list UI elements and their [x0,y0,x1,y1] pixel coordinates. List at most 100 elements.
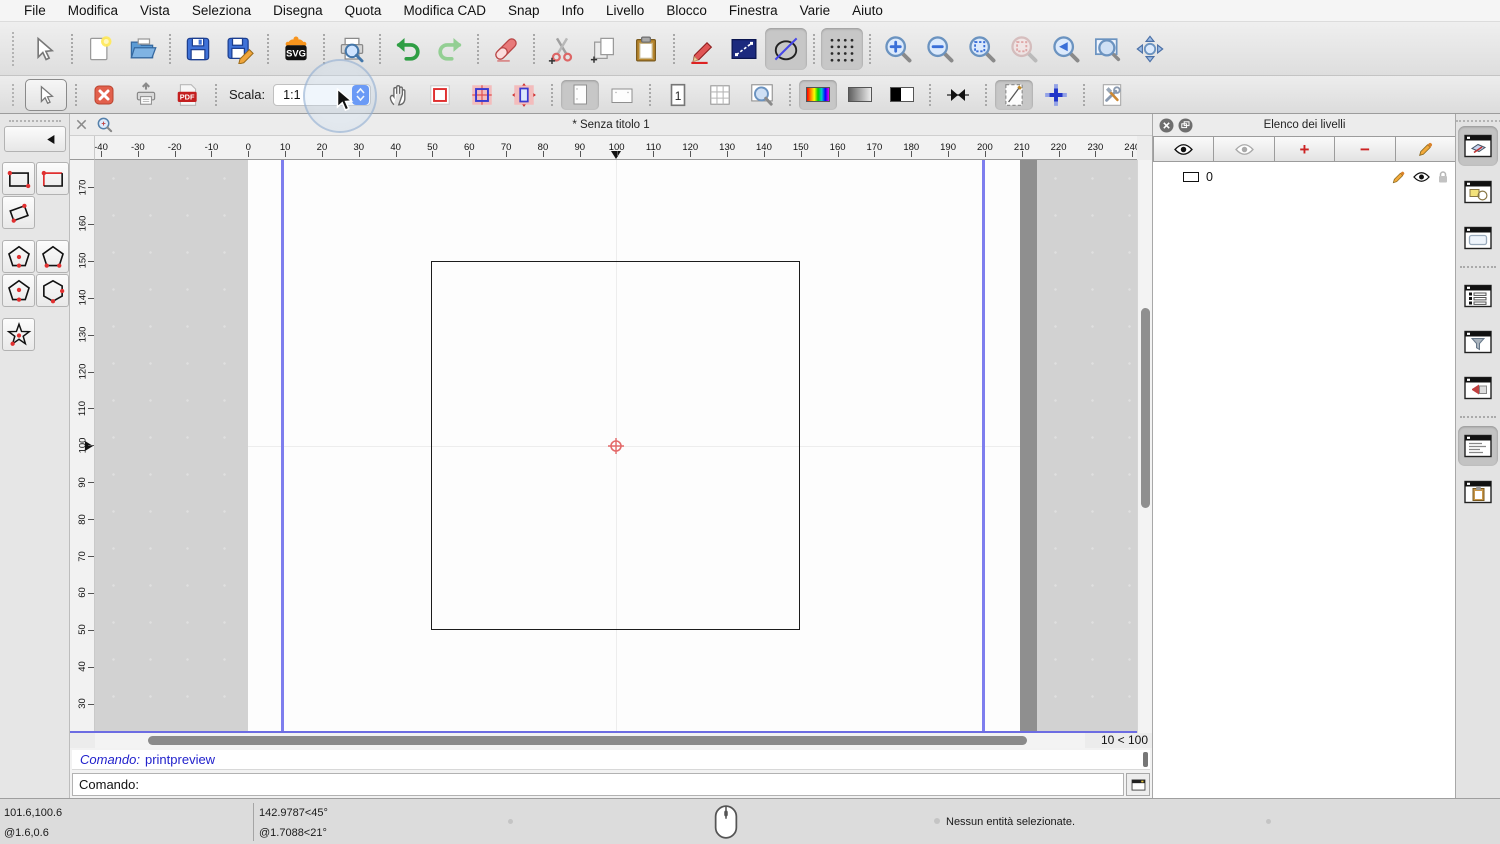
center-to-page-button[interactable] [505,80,543,110]
export-pdf-button[interactable]: PDF [169,80,207,110]
paste-button[interactable] [625,28,667,70]
snap-grid-button[interactable] [821,28,863,70]
grayscale-button[interactable] [841,80,879,110]
print-button[interactable] [127,80,165,110]
pan-hand-button[interactable] [379,80,417,110]
list-dock-button[interactable] [1458,276,1498,316]
command-dock-button[interactable] [1458,426,1498,466]
zoom-in-button[interactable] [877,28,919,70]
portrait-page-button[interactable] [561,80,599,110]
horizontal-scrollbar[interactable] [95,733,1085,748]
menu-item[interactable]: Disegna [262,3,334,18]
close-print-preview-button[interactable] [85,80,123,110]
selection-pointer-button[interactable] [23,28,65,70]
layer-lock-icon[interactable] [1437,170,1449,184]
polygon-side-side-tool[interactable] [36,274,69,307]
library-dock-button[interactable] [1458,218,1498,258]
landscape-page-button[interactable] [603,80,641,110]
polygon-center-side-tool[interactable] [2,274,35,307]
layer-edit-pencil-icon[interactable] [1391,170,1406,185]
redo-button[interactable] [429,28,471,70]
layers-dock-button[interactable] [1458,126,1498,166]
menu-item[interactable]: Modifica CAD [392,3,497,18]
view-dock-button[interactable] [1458,368,1498,408]
clipboard-dock-button[interactable] [1458,472,1498,512]
layer-row[interactable]: 0 [1153,166,1456,188]
eraser-button[interactable] [485,28,527,70]
draft-mode-button[interactable] [995,80,1033,110]
scale-combobox[interactable]: 1:1 [273,84,371,106]
horizontal-scrollbar-thumb[interactable] [148,736,1027,745]
open-file-button[interactable] [121,28,163,70]
menu-item[interactable]: Varie [789,3,842,18]
save-as-button[interactable] [219,28,261,70]
layer-visibility-eye-icon[interactable] [1413,171,1430,183]
hide-all-layers-button[interactable] [1214,136,1274,162]
menu-item[interactable]: File [13,3,57,18]
copy-button[interactable] [583,28,625,70]
command-input-field[interactable]: Comando: [72,773,1124,796]
polygon-2corners-tool[interactable] [36,240,69,273]
zoom-auto-button[interactable] [961,28,1003,70]
line-width-scale-button[interactable] [939,80,977,110]
print-preview-button[interactable] [331,28,373,70]
save-button[interactable] [177,28,219,70]
menu-item[interactable]: Seleziona [181,3,262,18]
menu-item[interactable]: Livello [595,3,655,18]
zoom-pan-button[interactable] [1129,28,1171,70]
rectangle-corner-size-tool[interactable] [36,162,69,195]
toolbar-drag-handle[interactable] [12,84,14,106]
drawing-canvas[interactable] [95,160,1137,733]
ellipse-tool-button[interactable] [765,28,807,70]
command-history-scrollbar[interactable] [1143,752,1148,767]
remove-layer-button[interactable]: − [1335,136,1395,162]
panel-close-icon[interactable] [1159,118,1174,133]
single-page-button[interactable]: 1 [659,80,697,110]
add-layer-button[interactable]: + [1275,136,1335,162]
menu-item[interactable]: Blocco [655,3,718,18]
export-svg-button[interactable]: SVG [275,28,317,70]
dock-drag-handle[interactable] [1456,120,1500,122]
zoom-out-button[interactable] [919,28,961,70]
scale-stepper[interactable] [352,85,369,105]
rectangle-2corners-tool[interactable] [2,162,35,195]
undo-button[interactable] [387,28,429,70]
black-white-button[interactable] [883,80,921,110]
filter-dock-button[interactable] [1458,322,1498,362]
toolbar-drag-handle[interactable] [12,32,14,66]
zoom-window-button[interactable] [1087,28,1129,70]
zoom-page-button[interactable] [743,80,781,110]
show-all-layers-button[interactable] [1153,136,1214,162]
vertical-scrollbar[interactable] [1137,160,1152,733]
settings-tools-button[interactable] [1093,80,1131,110]
menu-item[interactable]: Finestra [718,3,789,18]
panel-float-icon[interactable] [1178,118,1193,133]
back-button[interactable] [4,126,66,152]
line-tool-button[interactable] [723,28,765,70]
paper-border-button[interactable] [421,80,459,110]
menu-item[interactable]: Quota [334,3,393,18]
multi-page-button[interactable] [701,80,739,110]
zoom-selection-button[interactable] [1003,28,1045,70]
preview-pointer-button[interactable] [25,79,67,111]
menu-item[interactable]: Aiuto [841,3,894,18]
vertical-scrollbar-thumb[interactable] [1141,308,1150,508]
pen-button[interactable] [681,28,723,70]
blocks-dock-button[interactable] [1458,172,1498,212]
menu-item[interactable]: Vista [129,3,181,18]
polygon-center-corner-tool[interactable] [2,240,35,273]
new-document-button[interactable] [79,28,121,70]
dock-drag-handle[interactable] [9,120,61,122]
full-color-button[interactable] [799,80,837,110]
rectangle-3points-tool[interactable] [2,196,35,229]
command-detach-button[interactable] [1126,773,1150,796]
crosshair-plus-button[interactable] [1037,80,1075,110]
star-tool[interactable] [2,318,35,351]
menu-item[interactable]: Modifica [57,3,129,18]
menu-item[interactable]: Info [551,3,596,18]
cut-button[interactable] [541,28,583,70]
fit-to-paper-button[interactable] [463,80,501,110]
edit-layer-button[interactable] [1396,136,1456,162]
zoom-previous-button[interactable] [1045,28,1087,70]
menu-item[interactable]: Snap [497,3,551,18]
